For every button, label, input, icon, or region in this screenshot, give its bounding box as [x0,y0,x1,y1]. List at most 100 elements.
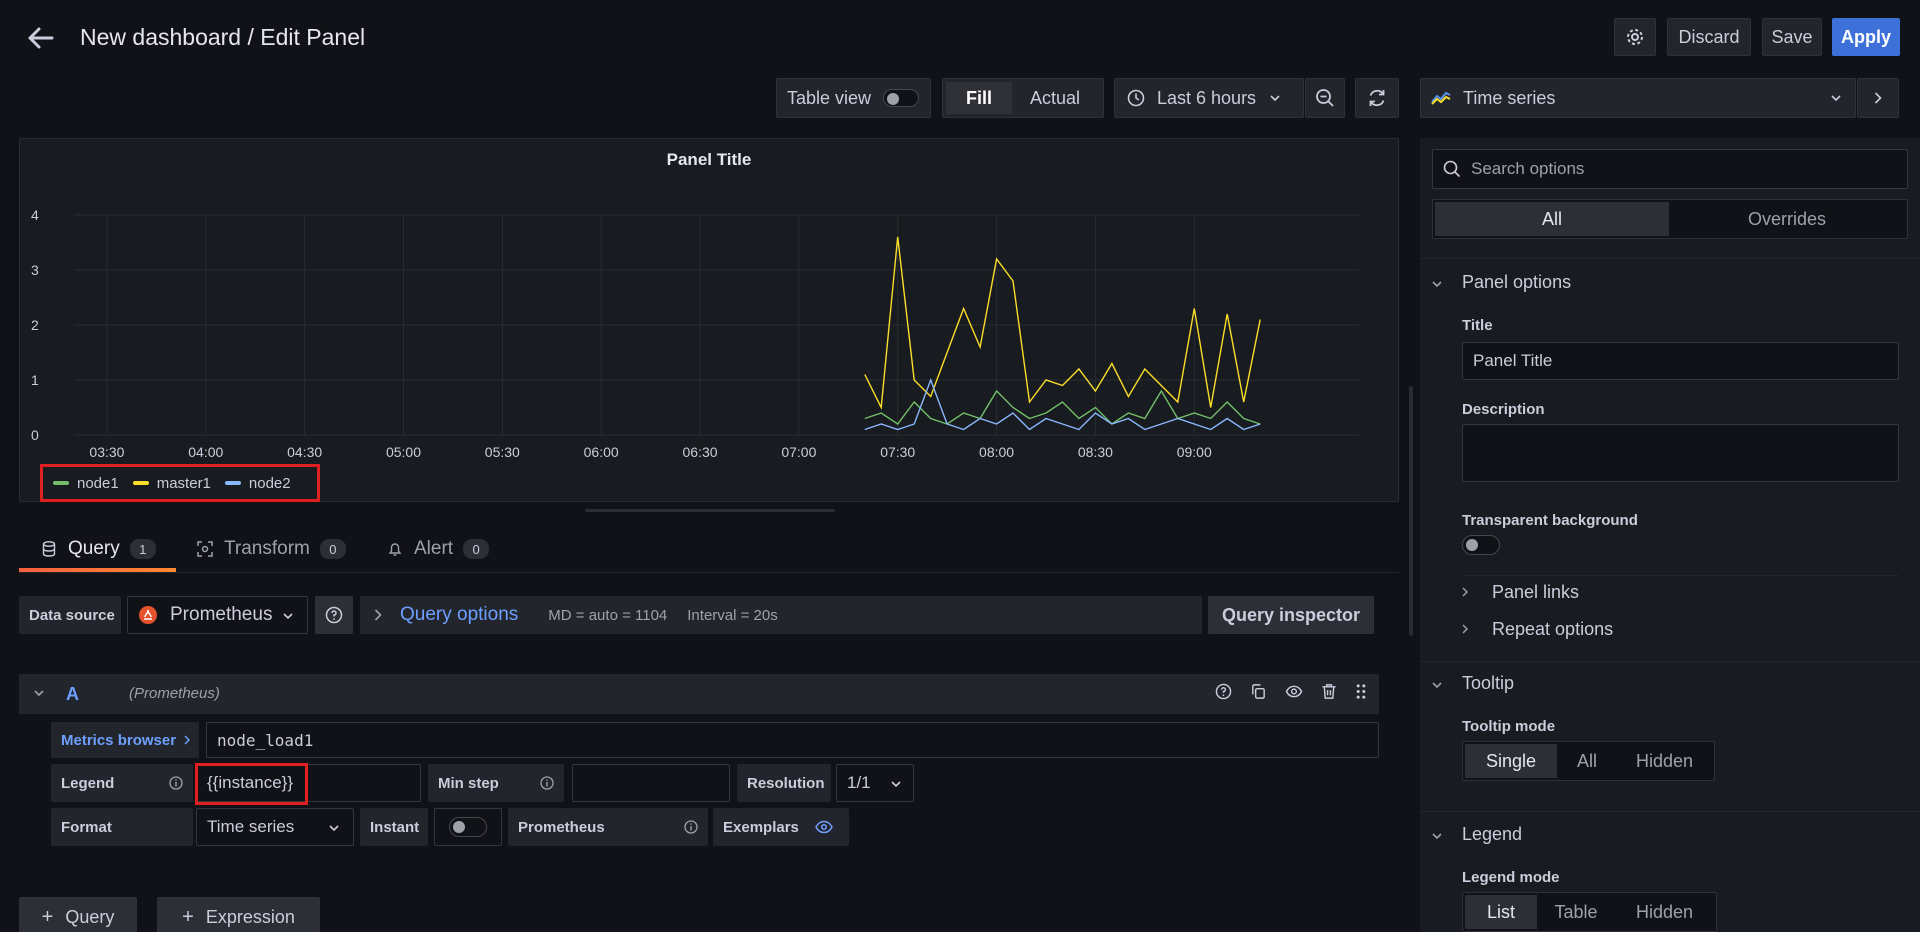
data-source-picker[interactable]: Prometheus [127,596,308,634]
repeat-options-label: Repeat options [1492,619,1614,639]
instant-switch[interactable] [449,817,487,837]
trash-icon[interactable] [1321,683,1337,700]
y-tick-label: 1 [31,372,39,388]
tab-transform[interactable]: Transform 0 [196,538,346,560]
panel-links-header[interactable]: Panel links [1462,582,1579,603]
metrics-browser-button[interactable]: Metrics browser [51,722,199,758]
tab-alert[interactable]: Alert 0 [388,538,490,560]
gear-icon [1625,27,1645,47]
min-step-input[interactable] [572,764,730,802]
legend-mode-list[interactable]: List [1465,895,1537,929]
help-icon[interactable] [1215,683,1232,700]
discard-button[interactable]: Discard [1667,18,1751,56]
y-tick-label: 4 [31,207,39,223]
zoom-out-button[interactable] [1305,78,1345,118]
eye-icon[interactable] [1285,683,1303,700]
exemplars-toggle[interactable]: Exemplars [713,808,849,846]
add-query-button[interactable]: + Query [19,897,137,932]
legend-item-master1[interactable]: master1 [132,475,211,492]
repeat-options-header[interactable]: Repeat options [1462,619,1613,640]
tabs-divider [19,572,1399,573]
x-tick-label: 08:00 [979,444,1014,460]
prometheus-type-label: Prometheus [508,808,708,846]
resolution-select[interactable]: 1/1 [836,764,914,802]
x-tick-label: 05:00 [386,444,421,460]
panel-options-header[interactable]: Panel options [1432,272,1571,293]
tab-transform-count: 0 [319,539,346,559]
tab-query[interactable]: Query 1 [42,538,156,560]
query-row-header [19,674,1379,714]
query-inspector-button[interactable]: Query inspector [1208,596,1374,634]
panel-resize-handle[interactable] [585,509,835,512]
format-select[interactable]: Time series [196,808,354,846]
duplicate-icon[interactable] [1250,683,1267,700]
refresh-button[interactable] [1355,78,1399,118]
bell-icon [388,541,402,557]
options-divider [1462,575,1899,576]
options-divider [1420,258,1920,259]
actual-option[interactable]: Actual [1012,82,1098,114]
tooltip-mode-hidden[interactable]: Hidden [1617,744,1712,778]
legend-item-node2[interactable]: node2 [224,474,291,492]
fill-option[interactable]: Fill [946,82,1012,114]
options-pane-scrollbar[interactable] [1409,386,1413,636]
collapse-options-button[interactable] [1857,78,1899,118]
tooltip-mode-group: Single All Hidden [1462,741,1715,781]
clock-icon [1127,89,1145,107]
table-view-switch[interactable] [883,89,920,107]
legend-swatch [53,481,69,485]
transparent-background-switch[interactable] [1462,535,1500,555]
tab-query-count: 1 [129,539,156,559]
tooltip-mode-single[interactable]: Single [1465,744,1557,778]
tooltip-mode-all[interactable]: All [1557,744,1617,778]
drag-handle-icon[interactable] [1355,683,1367,700]
chevron-down-icon [1432,276,1462,290]
description-textarea[interactable] [1462,424,1899,482]
database-icon [42,541,56,557]
tab-overrides[interactable]: Overrides [1669,202,1905,236]
data-source-help-button[interactable] [315,596,353,634]
chevron-right-icon [1462,623,1492,637]
tooltip-header[interactable]: Tooltip [1432,673,1514,694]
query-options-label[interactable]: Query options [400,604,518,626]
legend-item-node1[interactable]: node1 [53,475,119,492]
x-tick-label: 03:30 [89,444,124,460]
settings-button[interactable] [1614,18,1656,56]
legend-item-label: node2 [248,474,291,492]
title-input[interactable]: Panel Title [1462,342,1899,380]
exemplars-label: Exemplars [723,818,799,836]
legend-mode-table[interactable]: Table [1537,895,1615,929]
series-line-master1 [864,236,1261,411]
chevron-down-icon [891,781,901,787]
legend-header[interactable]: Legend [1432,824,1522,845]
tab-all[interactable]: All [1435,202,1669,236]
legend-mode-hidden[interactable]: Hidden [1615,895,1714,929]
back-arrow-icon[interactable] [26,26,54,50]
time-range-picker[interactable]: Last 6 hours [1114,78,1304,118]
refresh-icon [1367,88,1387,108]
query-options-bar[interactable]: Query options MD = auto = 1104 Interval … [360,596,1202,634]
apply-button[interactable]: Apply [1832,18,1900,56]
plus-icon: + [182,905,194,928]
legend-swatch [224,481,241,485]
save-button[interactable]: Save [1762,18,1822,56]
table-view-toggle[interactable]: Table view [776,78,931,118]
data-source-label: Data source [19,596,121,634]
query-letter[interactable]: A [66,684,79,705]
query-source: (Prometheus) [129,685,220,702]
options-divider [1420,661,1920,662]
y-tick-label: 0 [31,427,39,443]
tab-alert-count: 0 [463,539,490,559]
query-options-interval: Interval = 20s [687,606,778,624]
search-icon [1443,160,1461,178]
metrics-browser-label: Metrics browser [61,731,177,749]
metric-query-input[interactable]: node_load1 [206,722,1379,758]
search-options-input[interactable]: Search options [1432,149,1908,189]
visualization-picker[interactable]: Time series [1420,78,1856,118]
collapse-query-icon[interactable] [34,690,44,696]
description-field-label: Description [1462,401,1545,418]
tooltip-label: Tooltip [1462,673,1515,693]
chart-legend: node1 master1 node2 [40,464,320,502]
chevron-right-icon [374,609,382,621]
add-expression-button[interactable]: + Expression [157,897,320,932]
